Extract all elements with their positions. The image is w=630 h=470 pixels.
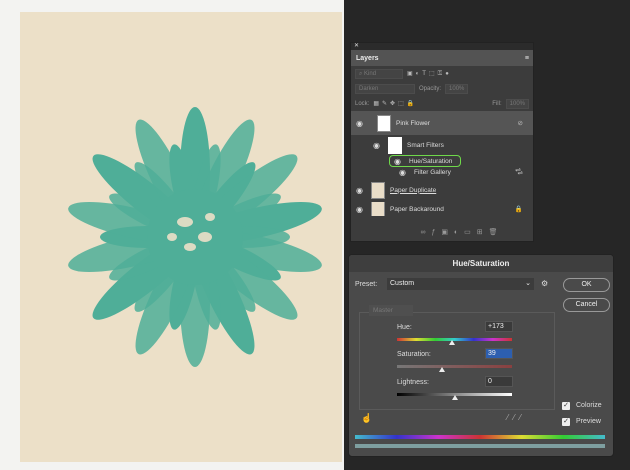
colorize-checkbox[interactable]: ✓ <box>562 402 570 410</box>
filter-hue-saturation[interactable]: ◉ Hue/Saturation <box>389 155 461 167</box>
eye-icon[interactable]: ◉ <box>356 119 366 128</box>
hue-label: Hue: <box>397 324 412 331</box>
lightness-slider-thumb[interactable] <box>451 395 458 400</box>
ok-button[interactable]: OK <box>563 278 610 292</box>
kind-label: Kind <box>364 70 377 77</box>
gear-icon[interactable]: ⚙ <box>541 279 548 288</box>
opacity-label: Opacity: <box>419 85 442 92</box>
hue-field[interactable]: +173 <box>485 321 513 332</box>
lock-label: Lock: <box>355 100 370 107</box>
lightness-field[interactable]: 0 <box>485 376 513 387</box>
filter-options-icon[interactable]: ⇌ <box>518 169 523 177</box>
layer-paper-background[interactable]: ◉ Paper Backaround 🔒 <box>351 202 533 216</box>
lock-icon: 🔒 <box>514 206 523 213</box>
layer-name: Paper Backaround <box>390 205 444 213</box>
menu-icon[interactable]: ≡ <box>525 55 529 62</box>
dialog-title: Hue/Saturation <box>349 255 613 272</box>
blend-mode-select[interactable]: Darken <box>355 83 415 94</box>
eye-icon[interactable]: ◉ <box>373 141 383 150</box>
result-color-bar <box>355 444 605 448</box>
layer-thumbnail <box>371 202 385 216</box>
hue-saturation-dialog: Hue/Saturation Preset: Custom ⌄ ⚙ OK Canc… <box>348 254 614 457</box>
colorize-label: Colorize <box>576 402 602 409</box>
eyedropper-icons[interactable]: ⁄⁄⁄ <box>507 413 526 422</box>
targeted-adjustment-icon[interactable]: ☝ <box>361 413 372 424</box>
filter-icons[interactable]: ▣◐T⬚⚿● <box>407 70 452 78</box>
saturation-label: Saturation: <box>397 351 431 358</box>
eye-icon[interactable]: ◉ <box>399 168 409 177</box>
layer-name: Paper Duplicate <box>390 186 437 194</box>
layer-smart-filters[interactable]: ◉ Smart Filters <box>351 135 533 155</box>
panel-titlebar[interactable]: ✕ <box>351 43 533 50</box>
channel-select[interactable]: Master <box>369 305 413 316</box>
preview-checkbox[interactable]: ✓ <box>562 418 570 426</box>
layer-name: Smart Filters <box>407 141 444 149</box>
lock-icons[interactable]: ▦✎✥⬚🔒 <box>373 100 417 107</box>
lightness-label: Lightness: <box>397 379 429 386</box>
eye-icon[interactable]: ◉ <box>394 157 404 166</box>
close-icon[interactable]: ✕ <box>354 42 359 49</box>
layer-name: Pink Flower <box>396 119 430 127</box>
opacity-field[interactable]: 100% <box>445 83 469 94</box>
preset-select[interactable]: Custom ⌄ <box>387 278 534 290</box>
layer-paper-duplicate[interactable]: ◉ Paper Duplicate <box>351 178 533 202</box>
preset-label: Preset: <box>355 281 378 288</box>
preview-label: Preview <box>576 418 601 425</box>
filter-mask <box>388 136 402 154</box>
smart-object-icon: ⊘ <box>517 120 523 127</box>
footer-icons[interactable]: ∞ƒ▣◐▭⊞🗑 <box>420 229 503 236</box>
layer-pink-flower[interactable]: ◉ Pink Flower ⊘ <box>351 111 533 135</box>
layers-panel: ✕ Layers ≡ ⌕ Kind ▣◐T⬚⚿● Darken Opacity: 100… <box>350 42 534 242</box>
filter-gallery[interactable]: ◉ Filter Gallery ⇌ <box>351 167 533 178</box>
layer-name: Filter Gallery <box>414 169 451 176</box>
layer-thumbnail <box>371 181 385 199</box>
panel-footer: ∞ƒ▣◐▭⊞🗑 <box>351 228 533 241</box>
chevron-down-icon: ⌄ <box>525 280 531 287</box>
saturation-slider-thumb[interactable] <box>438 367 445 372</box>
eye-icon[interactable]: ◉ <box>356 186 366 195</box>
colorize-spectrum-bar <box>355 435 605 439</box>
layer-thumbnail <box>377 114 391 132</box>
layer-name: Hue/Saturation <box>409 157 453 165</box>
saturation-field[interactable]: 39 <box>485 348 513 359</box>
canvas-artwork <box>20 12 342 462</box>
eye-icon[interactable]: ◉ <box>356 205 366 214</box>
saturation-slider[interactable] <box>397 365 512 368</box>
fill-label: Fill: <box>492 100 502 107</box>
cancel-button[interactable]: Cancel <box>563 298 610 312</box>
fill-field[interactable]: 100% <box>505 98 529 109</box>
hue-slider-thumb[interactable] <box>449 340 456 345</box>
preset-value: Custom <box>390 280 415 287</box>
kind-filter[interactable]: ⌕ Kind <box>355 68 403 79</box>
tab-layers[interactable]: Layers <box>356 55 379 62</box>
